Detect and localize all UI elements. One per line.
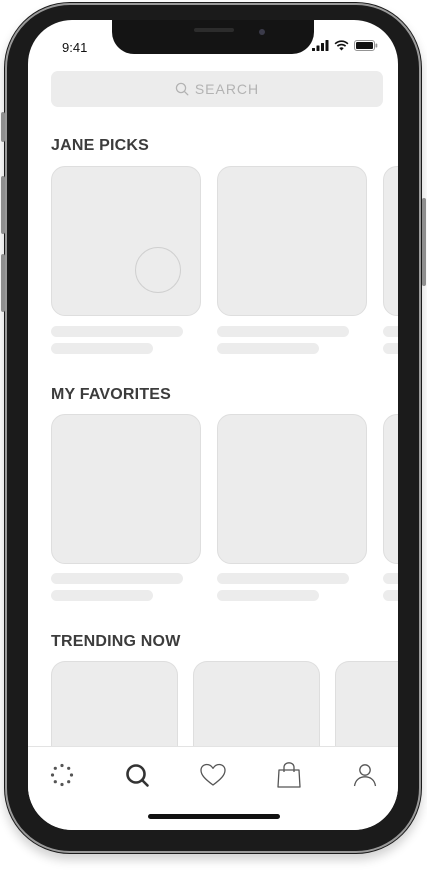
profile-icon bbox=[353, 764, 377, 787]
section-title-my-favorites: MY FAVORITES bbox=[51, 386, 172, 403]
product-card-placeholder[interactable] bbox=[51, 166, 201, 316]
subtitle-placeholder-bar bbox=[383, 343, 398, 354]
battery-icon bbox=[354, 40, 378, 51]
title-placeholder-bar bbox=[217, 573, 349, 584]
tab-profile[interactable] bbox=[345, 755, 385, 795]
shopping-bag-icon bbox=[277, 762, 301, 788]
heart-icon bbox=[200, 763, 226, 786]
search-icon bbox=[126, 764, 149, 787]
wifi-icon bbox=[334, 40, 349, 51]
tab-favorites[interactable] bbox=[193, 755, 233, 795]
status-time: 9:41 bbox=[62, 40, 88, 55]
tab-search[interactable] bbox=[117, 755, 157, 795]
subtitle-placeholder-bar bbox=[383, 590, 398, 601]
section-title-trending-now: TRENDING NOW bbox=[51, 633, 181, 650]
side-button-power bbox=[422, 198, 426, 286]
product-card-placeholder[interactable] bbox=[217, 414, 367, 564]
side-button-volume-up bbox=[1, 176, 5, 234]
search-placeholder: SEARCH bbox=[194, 81, 260, 97]
signal-icon bbox=[312, 40, 329, 51]
subtitle-placeholder-bar bbox=[217, 343, 319, 354]
speaker-grille bbox=[194, 28, 234, 32]
notch bbox=[112, 20, 314, 54]
tab-home[interactable] bbox=[42, 755, 82, 795]
search-bar[interactable]: SEARCH bbox=[51, 71, 383, 107]
product-card-placeholder[interactable] bbox=[383, 166, 398, 316]
title-placeholder-bar bbox=[217, 326, 349, 337]
phone-screen: 9:41 SEARCH JANE PICKS MY FAVORITES TREN… bbox=[28, 20, 398, 830]
front-camera bbox=[259, 29, 265, 35]
product-card-placeholder[interactable] bbox=[217, 166, 367, 316]
title-placeholder-bar bbox=[383, 573, 398, 584]
title-placeholder-bar bbox=[51, 326, 183, 337]
section-title-jane-picks: JANE PICKS bbox=[51, 137, 150, 154]
title-placeholder-bar bbox=[383, 326, 398, 337]
status-icons bbox=[312, 40, 378, 51]
side-button-mute bbox=[1, 112, 5, 142]
loading-spinner bbox=[135, 247, 181, 293]
search-icon bbox=[175, 82, 189, 96]
subtitle-placeholder-bar bbox=[51, 590, 153, 601]
subtitle-placeholder-bar bbox=[217, 590, 319, 601]
product-card-placeholder[interactable] bbox=[51, 414, 201, 564]
side-button-volume-down bbox=[1, 254, 5, 312]
home-indicator[interactable] bbox=[148, 814, 280, 819]
dots-loader-icon bbox=[50, 763, 74, 787]
tab-bag[interactable] bbox=[269, 755, 309, 795]
subtitle-placeholder-bar bbox=[51, 343, 153, 354]
product-card-placeholder[interactable] bbox=[383, 414, 398, 564]
title-placeholder-bar bbox=[51, 573, 183, 584]
